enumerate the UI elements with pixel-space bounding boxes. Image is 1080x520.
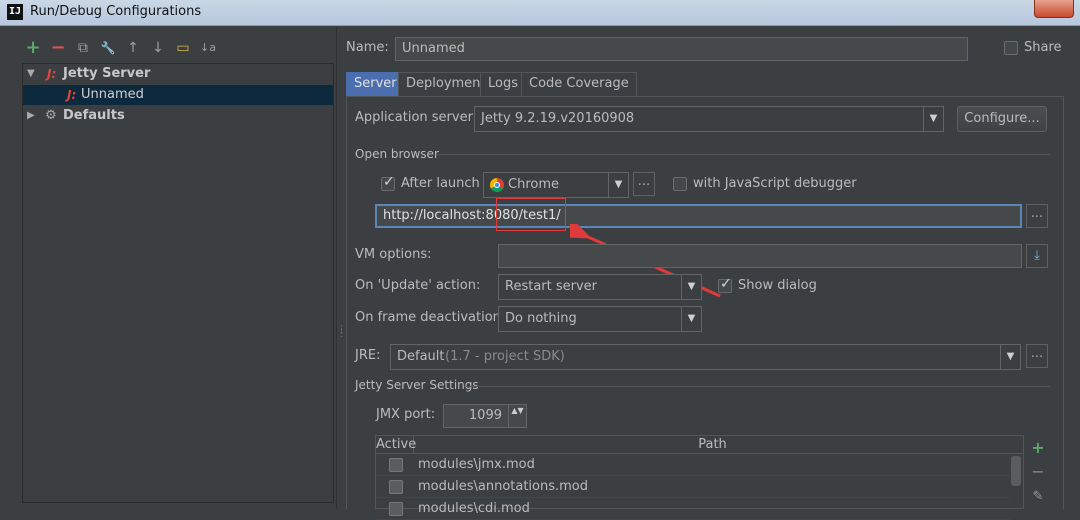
sort-icon[interactable]: ↓a xyxy=(199,39,217,57)
url-browse-button[interactable]: ... xyxy=(1026,204,1048,228)
share-checkbox[interactable] xyxy=(1004,41,1018,55)
row-path: modules\cdi.mod xyxy=(418,501,530,516)
table-row[interactable]: modules\cdi.mod xyxy=(376,498,1010,520)
table-row[interactable]: modules\jmx.mod xyxy=(376,454,1010,476)
tab-server[interactable]: Server xyxy=(346,72,405,96)
expand-field-icon[interactable]: ⤓ xyxy=(1026,244,1048,268)
frame-deactivation-select[interactable]: Do nothing ▼ xyxy=(498,306,702,332)
update-action-value: Restart server xyxy=(505,279,598,294)
jre-select[interactable]: Default (1.7 - project SDK) ▼ xyxy=(390,344,1021,370)
intellij-logo-icon: IJ xyxy=(7,4,23,20)
window-title: Run/Debug Configurations xyxy=(30,4,202,19)
table-scrollbar[interactable] xyxy=(1011,456,1021,486)
table-toolbar: + − ✎ xyxy=(1027,435,1049,509)
tab-code-coverage[interactable]: Code Coverage xyxy=(521,72,637,96)
frame-deactivation-label: On frame deactivation: xyxy=(355,310,506,325)
move-down-icon[interactable]: ↓ xyxy=(149,39,167,57)
jre-hint: (1.7 - project SDK) xyxy=(445,349,565,364)
wrench-icon[interactable]: 🔧 xyxy=(99,39,117,57)
close-window-button[interactable] xyxy=(1034,0,1074,18)
row-path: modules\annotations.mod xyxy=(418,479,589,494)
panel-splitter[interactable] xyxy=(336,27,340,509)
jre-label: JRE: xyxy=(355,348,381,363)
update-action-label: On 'Update' action: xyxy=(355,278,481,293)
tree-item-unnamed[interactable]: J: Unnamed xyxy=(23,85,333,105)
add-icon[interactable]: + xyxy=(24,39,42,57)
chevron-down-icon[interactable]: ▼ xyxy=(923,107,943,131)
tree-label-defaults: Defaults xyxy=(63,108,125,123)
configuration-tree: ▼ J: Jetty Server J: Unnamed ▶ ⚙ Default… xyxy=(22,63,334,503)
expanded-arrow-icon[interactable]: ▼ xyxy=(27,64,35,84)
add-row-icon[interactable]: + xyxy=(1027,438,1049,458)
frame-deactivation-value: Do nothing xyxy=(505,311,577,326)
show-dialog-checkbox[interactable] xyxy=(718,276,732,293)
remove-icon[interactable]: − xyxy=(49,39,67,57)
name-label: Name: xyxy=(346,40,389,55)
chevron-down-icon[interactable]: ▼ xyxy=(1000,345,1020,369)
vm-options-input[interactable] xyxy=(498,244,1022,268)
tree-item-jetty-server[interactable]: ▼ J: Jetty Server xyxy=(23,64,333,84)
application-server-value: Jetty 9.2.19.v20160908 xyxy=(481,111,635,126)
chevron-down-icon[interactable]: ▼ xyxy=(608,173,628,197)
jmx-port-spinner[interactable]: 1099 ▲▼ xyxy=(443,404,527,428)
collapsed-arrow-icon[interactable]: ▶ xyxy=(27,106,35,126)
defaults-wrench-icon: ⚙ xyxy=(45,108,57,123)
share-label: Share xyxy=(1024,40,1062,55)
jmx-port-value: 1099 xyxy=(468,408,502,423)
chevron-down-icon[interactable]: ▼ xyxy=(681,275,701,299)
application-server-select[interactable]: Jetty 9.2.19.v20160908 ▼ xyxy=(474,106,944,132)
javascript-debugger-checkbox[interactable] xyxy=(673,177,687,191)
copy-icon[interactable]: ⧉ xyxy=(74,39,92,57)
tree-label-unnamed: Unnamed xyxy=(81,87,144,102)
edit-row-icon[interactable]: ✎ xyxy=(1027,487,1049,507)
browser-select[interactable]: Chrome ▼ xyxy=(483,172,629,198)
row-active-checkbox[interactable] xyxy=(389,502,403,516)
row-path: modules\jmx.mod xyxy=(418,457,535,472)
remove-row-icon[interactable]: − xyxy=(1027,462,1049,482)
column-header-active[interactable]: Active xyxy=(376,436,416,454)
after-launch-label: After launch xyxy=(401,176,480,191)
annotation-highlight-box xyxy=(496,198,566,231)
title-bar: IJ Run/Debug Configurations xyxy=(0,0,1080,26)
column-header-path[interactable]: Path xyxy=(414,436,1011,454)
open-browser-label: Open browser xyxy=(355,147,439,161)
javascript-debugger-label: with JavaScript debugger xyxy=(693,176,857,191)
vm-options-label: VM options: xyxy=(355,247,432,262)
tab-logs[interactable]: Logs xyxy=(480,72,526,96)
after-launch-checkbox[interactable] xyxy=(381,174,395,191)
table-header: Active Path xyxy=(376,436,1023,454)
jetty-settings-separator xyxy=(466,386,1050,387)
folder-icon[interactable]: ▭ xyxy=(174,39,192,57)
open-browser-separator xyxy=(436,154,1050,155)
name-input[interactable]: Unnamed xyxy=(395,37,968,61)
browser-settings-button[interactable]: ... xyxy=(633,172,655,196)
update-action-select[interactable]: Restart server ▼ xyxy=(498,274,702,300)
move-up-icon[interactable]: ↑ xyxy=(124,39,142,57)
splitter-grip-icon[interactable]: ⋮ ⋮ xyxy=(337,326,346,339)
chrome-icon xyxy=(490,178,504,192)
jre-value: Default xyxy=(397,349,445,364)
jmx-port-label: JMX port: xyxy=(376,407,436,422)
spinner-arrows-icon[interactable]: ▲▼ xyxy=(508,405,526,427)
application-server-label: Application server: xyxy=(355,110,478,125)
jre-browse-button[interactable]: ... xyxy=(1026,344,1048,368)
jetty-icon: J: xyxy=(67,88,77,102)
row-active-checkbox[interactable] xyxy=(389,480,403,494)
configure-button[interactable]: Configure... xyxy=(957,106,1047,132)
show-dialog-label: Show dialog xyxy=(738,278,817,293)
modules-table: Active Path modules\jmx.mod modules\anno… xyxy=(375,435,1024,520)
configuration-sidebar: + − ⧉ 🔧 ↑ ↓ ▭ ↓a ▼ J: Jetty Server J: Un… xyxy=(0,27,336,509)
browser-value: Chrome xyxy=(508,177,559,192)
table-row[interactable]: modules\annotations.mod xyxy=(376,476,1010,498)
row-active-checkbox[interactable] xyxy=(389,458,403,472)
chevron-down-icon[interactable]: ▼ xyxy=(681,307,701,331)
jetty-settings-label: Jetty Server Settings xyxy=(355,378,479,392)
jetty-icon: J: xyxy=(47,67,57,81)
tree-item-defaults[interactable]: ▶ ⚙ Defaults xyxy=(23,106,333,126)
tree-label-jetty-server: Jetty Server xyxy=(63,66,151,81)
